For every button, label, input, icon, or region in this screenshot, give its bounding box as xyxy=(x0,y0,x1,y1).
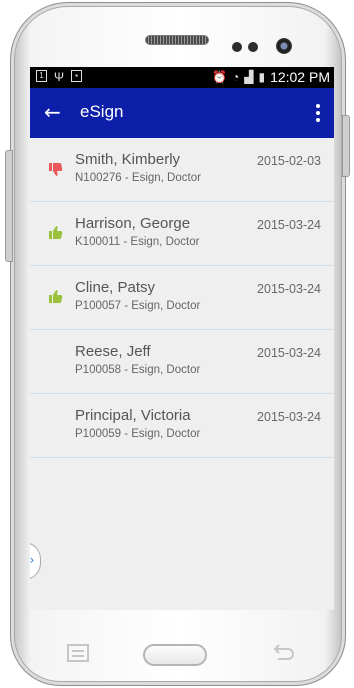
back-arrow-icon[interactable]: ← xyxy=(44,100,66,124)
notification-1-icon: 1 xyxy=(36,70,47,82)
patient-detail: P100059 - Esign, Doctor xyxy=(75,428,201,440)
earpiece-speaker xyxy=(145,35,209,45)
drawer-toggle-button[interactable]: › xyxy=(30,542,41,580)
volume-button xyxy=(5,150,13,262)
front-camera xyxy=(276,38,292,54)
app-bar: ← eSign xyxy=(30,88,334,138)
row-date: 2015-02-03 xyxy=(257,154,321,168)
list-item[interactable]: Cline, Patsy P100057 - Esign, Doctor 201… xyxy=(30,266,334,330)
patient-detail: P100057 - Esign, Doctor xyxy=(75,300,201,312)
row-date: 2015-03-24 xyxy=(257,410,321,424)
power-button xyxy=(342,115,350,177)
system-icons: ⏰ ◔ ▟ ▮ 12:02 PM xyxy=(212,69,330,85)
patient-name: Principal, Victoria xyxy=(75,407,191,424)
proximity-sensor xyxy=(232,42,242,52)
row-date: 2015-03-24 xyxy=(257,218,321,232)
patient-name: Smith, Kimberly xyxy=(75,151,181,168)
signal-icon: ▟ xyxy=(244,70,254,84)
patient-name: Cline, Patsy xyxy=(75,279,156,296)
list-item[interactable]: Smith, Kimberly N100276 - Esign, Doctor … xyxy=(30,138,334,202)
status-bar: 1 Ψ ▪ ⏰ ◔ ▟ ▮ 12:02 PM xyxy=(30,67,334,88)
list-item[interactable]: Harrison, George K100011 - Esign, Doctor… xyxy=(30,202,334,266)
patient-detail: P100058 - Esign, Doctor xyxy=(75,364,201,376)
list-item[interactable]: Reese, Jeff P100058 - Esign, Doctor 2015… xyxy=(30,330,334,394)
esign-list: Smith, Kimberly N100276 - Esign, Doctor … xyxy=(30,138,334,458)
menu-key-icon[interactable] xyxy=(66,643,90,663)
notification-icons: 1 Ψ ▪ xyxy=(36,70,83,84)
status-time: 12:02 PM xyxy=(270,69,330,85)
phone-screen: 1 Ψ ▪ ⏰ ◔ ▟ ▮ 12:02 PM ← eSign Smith, Ki… xyxy=(30,67,334,610)
thumbs-up-icon xyxy=(46,288,64,306)
patient-name: Reese, Jeff xyxy=(75,343,151,360)
back-key-icon[interactable] xyxy=(270,643,296,663)
alarm-icon: ⏰ xyxy=(212,70,227,84)
row-date: 2015-03-24 xyxy=(257,346,321,360)
list-item[interactable]: Principal, Victoria P100059 - Esign, Doc… xyxy=(30,394,334,458)
page-title: eSign xyxy=(80,102,124,121)
image-icon: ▪ xyxy=(71,70,83,82)
thumbs-up-icon xyxy=(46,224,64,242)
row-date: 2015-03-24 xyxy=(257,282,321,296)
patient-detail: K100011 - Esign, Doctor xyxy=(75,236,200,248)
patient-detail: N100276 - Esign, Doctor xyxy=(75,172,201,184)
patient-name: Harrison, George xyxy=(75,215,191,232)
usb-icon: Ψ xyxy=(54,70,65,84)
overflow-menu-icon[interactable] xyxy=(314,102,322,124)
light-sensor xyxy=(248,42,258,52)
battery-icon: ▮ xyxy=(258,70,266,84)
thumbs-down-icon xyxy=(46,160,64,178)
wifi-icon: ◔ xyxy=(231,70,240,84)
home-button[interactable] xyxy=(143,644,207,666)
